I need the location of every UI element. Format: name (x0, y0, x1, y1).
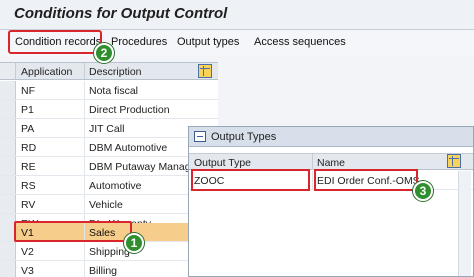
column-header-output-type[interactable]: Output Type (194, 157, 251, 169)
title-bar: Conditions for Output Control (0, 0, 474, 30)
table-header: Application Description (0, 63, 218, 80)
column-divider (84, 157, 85, 175)
dialog-table-settings-icon[interactable] (447, 154, 461, 168)
output-name-highlight (314, 169, 418, 191)
cell-application: RV (21, 199, 36, 211)
row-selector[interactable] (0, 81, 16, 99)
application-table: Application Description NF Nota fiscal P… (0, 62, 218, 277)
row-selector[interactable] (0, 100, 16, 118)
step-badge-3: 3 (413, 181, 433, 201)
cell-application: V2 (21, 246, 34, 258)
dialog-title: Output Types (211, 131, 277, 143)
cell-application: RE (21, 161, 36, 173)
cell-application: NF (21, 85, 35, 97)
row-selector[interactable] (0, 195, 16, 213)
toolbar-output-types[interactable]: Output types (177, 36, 239, 48)
table-row[interactable]: RD DBM Automotive (0, 138, 218, 157)
sales-row-highlight (14, 221, 132, 242)
column-divider (84, 100, 85, 118)
column-divider (84, 261, 85, 277)
table-row[interactable]: V2 Shipping (0, 242, 218, 261)
column-divider (312, 171, 313, 189)
table-row[interactable]: P1 Direct Production (0, 100, 218, 119)
table-row[interactable]: RS Automotive (0, 176, 218, 195)
row-selector[interactable] (0, 157, 16, 175)
column-divider (84, 81, 85, 99)
dialog-title-bar[interactable]: Output Types (189, 127, 473, 147)
row-selector[interactable] (0, 119, 16, 137)
table-row[interactable]: RV Vehicle (0, 195, 218, 214)
column-divider (84, 242, 85, 260)
dialog-scrollbar[interactable] (458, 171, 471, 276)
condition-records-highlight (8, 30, 102, 54)
row-selector[interactable] (0, 242, 16, 260)
cell-application: V3 (21, 265, 34, 277)
column-divider (84, 63, 85, 79)
dialog-window-icon (194, 131, 206, 142)
cell-application: P1 (21, 104, 34, 116)
column-header-name[interactable]: Name (317, 157, 345, 169)
toolbar-access-sequences[interactable]: Access sequences (254, 36, 346, 48)
table-row[interactable]: NF Nota fiscal (0, 81, 218, 100)
cell-application: RS (21, 180, 36, 192)
column-divider (84, 138, 85, 156)
row-selector[interactable] (0, 176, 16, 194)
row-selector[interactable] (0, 138, 16, 156)
dialog-table-header: Output Type Name (189, 153, 473, 170)
column-divider (84, 195, 85, 213)
select-all-cell[interactable] (0, 63, 16, 79)
page-title: Conditions for Output Control (14, 5, 228, 22)
cell-application: RD (21, 142, 37, 154)
table-settings-icon[interactable] (198, 64, 212, 78)
cell-description: Nota fiscal (89, 85, 139, 97)
output-types-dialog: Output Types Output Type Name ZOOC EDI O… (188, 126, 474, 277)
cell-application: PA (21, 123, 35, 135)
step-badge-2: 2 (94, 43, 114, 63)
table-row[interactable]: RE DBM Putaway Manage (0, 157, 218, 176)
row-selector[interactable] (0, 261, 16, 277)
toolbar-procedures[interactable]: Procedures (111, 36, 167, 48)
column-header-description[interactable]: Description (89, 66, 142, 78)
column-divider (84, 119, 85, 137)
table-row[interactable]: PA JIT Call (0, 119, 218, 138)
output-type-highlight (191, 169, 310, 191)
column-divider (84, 176, 85, 194)
step-badge-1: 1 (124, 233, 144, 253)
column-divider (312, 154, 313, 170)
table-row[interactable]: V3 Billing (0, 261, 218, 277)
column-header-application[interactable]: Application (21, 66, 72, 78)
cell-description: Direct Production (89, 104, 170, 116)
